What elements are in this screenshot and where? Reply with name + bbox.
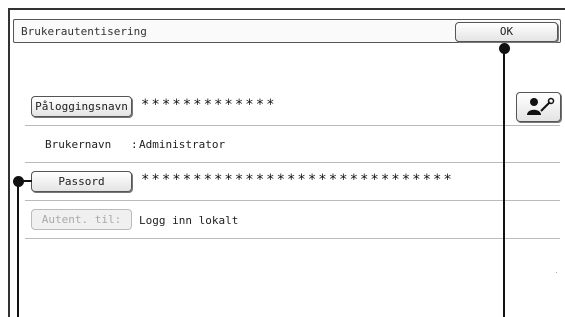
username-value: Administrator bbox=[139, 138, 226, 151]
divider bbox=[25, 125, 560, 126]
password-callout-line bbox=[17, 182, 19, 317]
username-label: Brukernavn bbox=[45, 138, 112, 151]
page-title: Brukerautentisering bbox=[21, 25, 147, 38]
divider bbox=[25, 200, 560, 201]
ok-callout-line bbox=[503, 48, 505, 317]
divider bbox=[25, 238, 560, 239]
password-callout-arm bbox=[22, 180, 32, 182]
password-value: ****************************** bbox=[141, 172, 454, 188]
username-separator: : bbox=[131, 138, 138, 151]
ok-button[interactable]: OK bbox=[455, 22, 558, 42]
divider bbox=[25, 162, 560, 163]
auth-target-value: Logg inn lokalt bbox=[139, 214, 239, 227]
user-key-icon bbox=[527, 97, 555, 115]
ok-callout-dot bbox=[499, 43, 510, 54]
user-key-button[interactable] bbox=[516, 92, 561, 122]
password-button[interactable]: Passord bbox=[31, 171, 132, 192]
auth-target-button[interactable]: Autent. til: bbox=[31, 209, 132, 230]
login-name-button[interactable]: Påloggingsnavn bbox=[31, 96, 132, 117]
login-name-value: ************* bbox=[141, 97, 277, 113]
scroll-marker bbox=[556, 272, 557, 273]
